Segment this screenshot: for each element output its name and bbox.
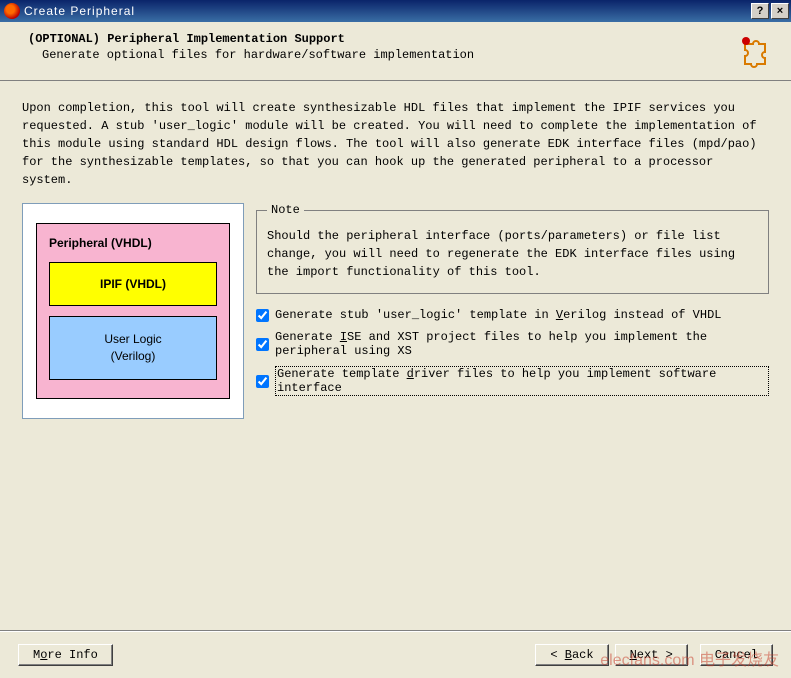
header-title: (OPTIONAL) Peripheral Implementation Sup…	[28, 32, 737, 46]
intro-text: Upon completion, this tool will create s…	[22, 99, 769, 189]
checkbox-ise[interactable]	[256, 338, 269, 351]
help-button[interactable]: ?	[751, 3, 769, 19]
checkbox-verilog[interactable]	[256, 309, 269, 322]
diagram-user-logic: User Logic (Verilog)	[49, 316, 217, 380]
diagram-user-logic-line2: (Verilog)	[111, 349, 156, 363]
checkbox-driver-label[interactable]: Generate template driver files to help y…	[275, 366, 769, 396]
wizard-body: (OPTIONAL) Peripheral Implementation Sup…	[0, 22, 791, 678]
checkbox-verilog-row: Generate stub 'user_logic' template in V…	[256, 308, 769, 322]
checkbox-driver-row: Generate template driver files to help y…	[256, 366, 769, 396]
cancel-button[interactable]: Cancel	[700, 644, 773, 666]
diagram-peripheral-label: Peripheral (VHDL)	[45, 232, 221, 258]
note-text: Should the peripheral interface (ports/p…	[267, 227, 758, 281]
checkbox-ise-row: Generate ISE and XST project files to he…	[256, 330, 769, 358]
note-box: Note Should the peripheral interface (po…	[256, 203, 769, 294]
close-button[interactable]: ×	[771, 3, 789, 19]
header-text: (OPTIONAL) Peripheral Implementation Sup…	[28, 32, 737, 62]
more-info-button[interactable]: More Info	[18, 644, 113, 666]
next-button[interactable]: Next >	[615, 644, 688, 666]
diagram-panel: Peripheral (VHDL) IPIF (VHDL) User Logic…	[22, 203, 244, 419]
note-legend: Note	[267, 203, 304, 217]
header-subtitle: Generate optional files for hardware/sof…	[42, 48, 737, 62]
wizard-header: (OPTIONAL) Peripheral Implementation Sup…	[0, 22, 791, 81]
diagram-ipif: IPIF (VHDL)	[49, 262, 217, 306]
checkbox-verilog-label[interactable]: Generate stub 'user_logic' template in V…	[275, 308, 722, 322]
window-title: Create Peripheral	[24, 4, 749, 18]
diagram-peripheral: Peripheral (VHDL) IPIF (VHDL) User Logic…	[36, 223, 230, 399]
checkbox-driver[interactable]	[256, 375, 269, 388]
app-icon	[4, 3, 20, 19]
options-column: Note Should the peripheral interface (po…	[256, 203, 769, 419]
diagram-ipif-label: IPIF (VHDL)	[100, 277, 166, 291]
titlebar: Create Peripheral ? ×	[0, 0, 791, 22]
checkbox-ise-label[interactable]: Generate ISE and XST project files to he…	[275, 330, 769, 358]
back-button[interactable]: < Back	[535, 644, 608, 666]
main-row: Peripheral (VHDL) IPIF (VHDL) User Logic…	[22, 203, 769, 419]
wizard-content: Upon completion, this tool will create s…	[0, 81, 791, 631]
puzzle-icon	[737, 32, 773, 68]
diagram-user-logic-line1: User Logic	[104, 332, 161, 346]
wizard-footer: More Info < Back Next > Cancel	[0, 631, 791, 678]
